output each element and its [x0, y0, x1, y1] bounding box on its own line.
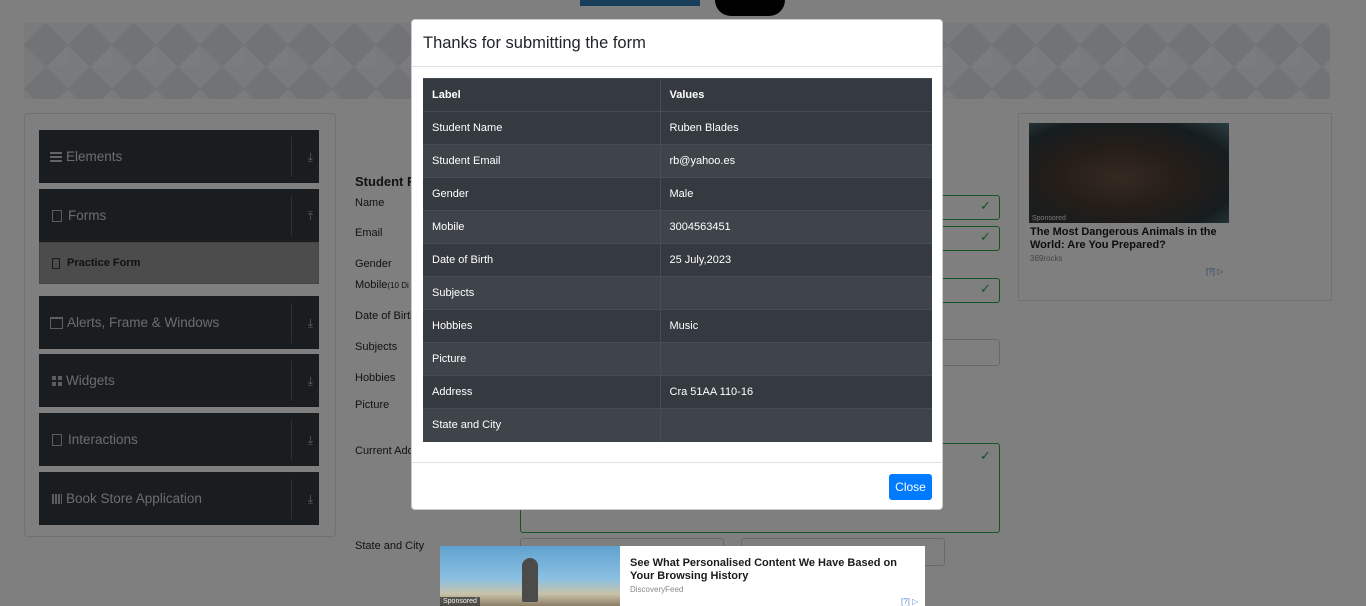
row-value	[660, 408, 932, 442]
row-label: Gender	[423, 177, 661, 211]
row-value: 3004563451	[660, 210, 932, 244]
results-table: Label Values Student Name Ruben Blades St…	[423, 78, 932, 442]
row-label: Address	[423, 375, 661, 409]
row-value: 25 July,2023	[660, 243, 932, 277]
adchoices-icon[interactable]: [?] ▷	[901, 597, 918, 606]
row-value: rb@yahoo.es	[660, 144, 932, 178]
table-row: Student Name Ruben Blades	[423, 111, 932, 145]
table-row: Subjects	[423, 276, 932, 310]
row-value	[660, 276, 932, 310]
table-row: Student Email rb@yahoo.es	[423, 144, 932, 178]
sponsored-ad-bottom[interactable]: Sponsored See What Personalised Content …	[440, 546, 925, 606]
row-label: Student Name	[423, 111, 661, 145]
row-value	[660, 342, 932, 376]
ad-title[interactable]: See What Personalised Content We Have Ba…	[630, 557, 922, 583]
ad-source: DiscoveryFeed	[630, 585, 684, 594]
table-row: Gender Male	[423, 177, 932, 211]
modal-title: Thanks for submitting the form	[423, 34, 646, 52]
table-row: Mobile 3004563451	[423, 210, 932, 244]
row-label: State and City	[423, 408, 661, 442]
column-header: Label	[423, 78, 661, 112]
sponsored-tag: Sponsored	[440, 597, 480, 606]
row-value: Cra 51AA 110-16	[660, 375, 932, 409]
submission-modal: Thanks for submitting the form Label Val…	[411, 19, 943, 510]
table-row: Address Cra 51AA 110-16	[423, 375, 932, 409]
modal-footer: Close	[412, 462, 942, 510]
row-value: Ruben Blades	[660, 111, 932, 145]
table-header-row: Label Values	[423, 78, 932, 112]
table-row: State and City	[423, 408, 932, 442]
row-label: Hobbies	[423, 309, 661, 343]
row-label: Student Email	[423, 144, 661, 178]
close-button[interactable]: Close	[889, 474, 932, 500]
row-label: Picture	[423, 342, 661, 376]
column-header: Values	[660, 78, 932, 112]
row-label: Subjects	[423, 276, 661, 310]
table-row: Hobbies Music	[423, 309, 932, 343]
table-row: Picture	[423, 342, 932, 376]
table-row: Date of Birth 25 July,2023	[423, 243, 932, 277]
ad-image: Sponsored	[440, 546, 620, 606]
row-value: Music	[660, 309, 932, 343]
row-value: Male	[660, 177, 932, 211]
modal-header: Thanks for submitting the form	[412, 20, 942, 67]
row-label: Mobile	[423, 210, 661, 244]
row-label: Date of Birth	[423, 243, 661, 277]
